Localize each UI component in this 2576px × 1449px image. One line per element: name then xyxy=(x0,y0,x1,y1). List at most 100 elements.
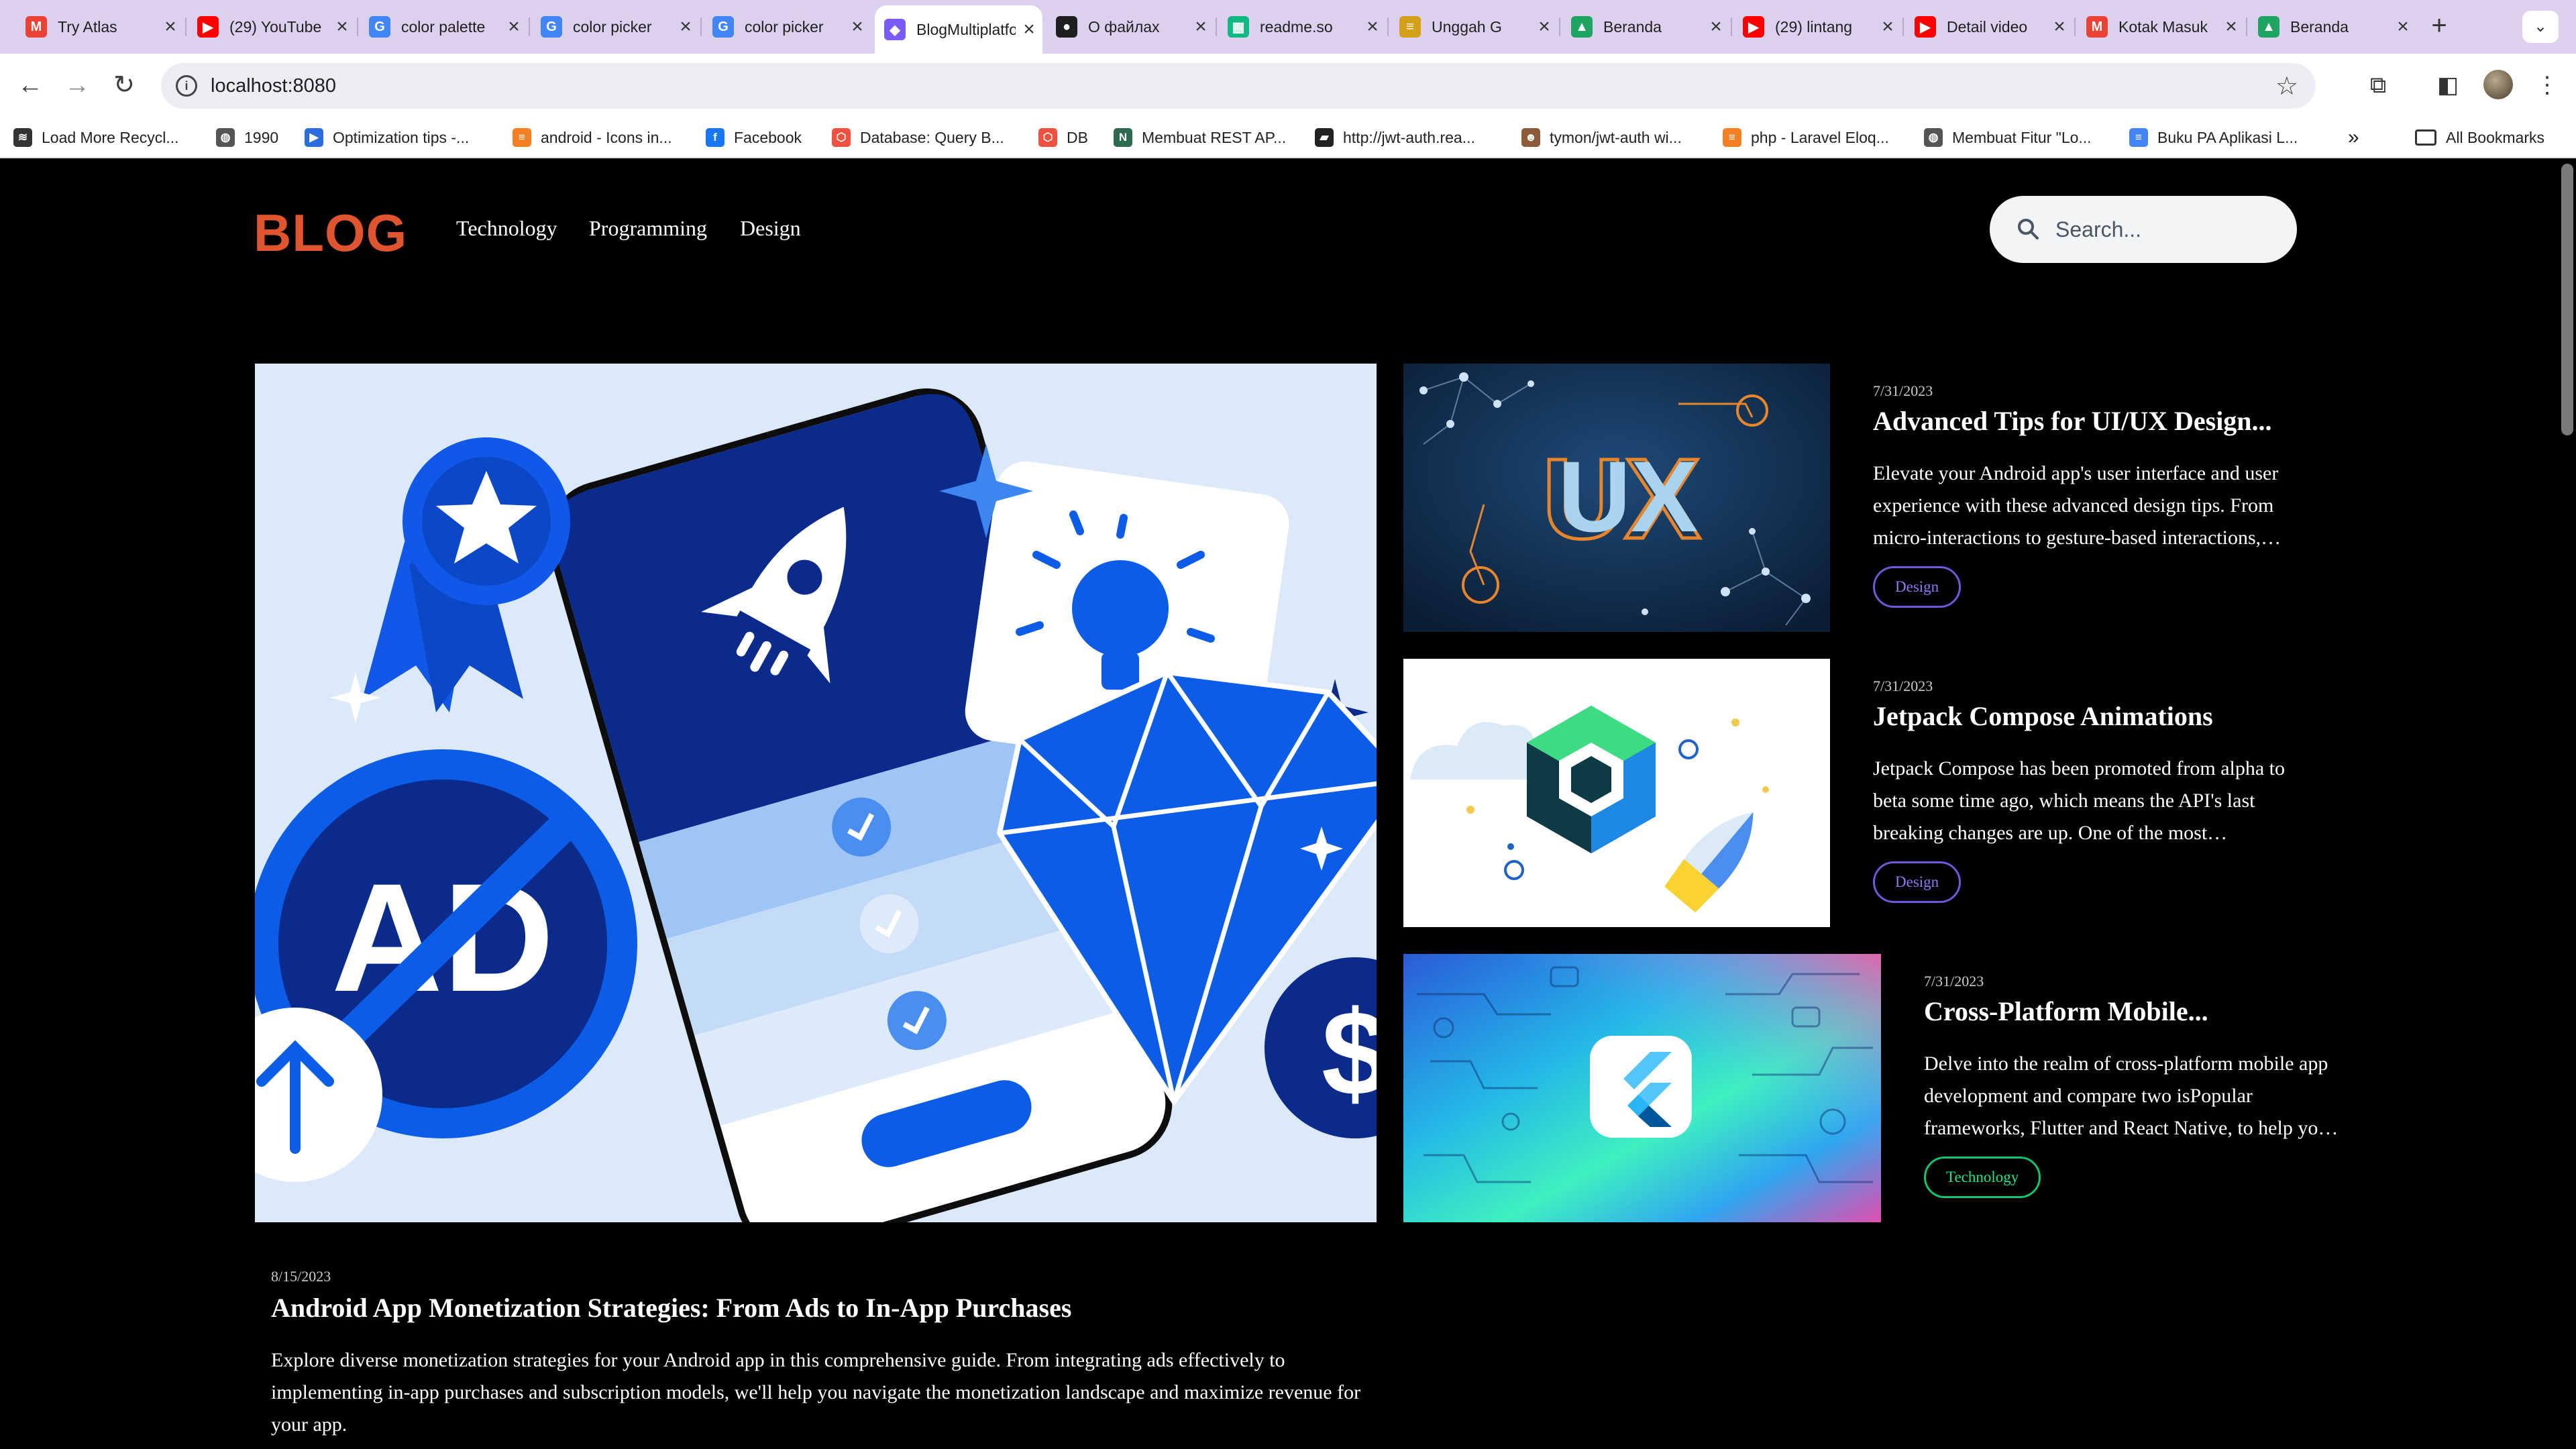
browser-tab[interactable]: ≡ Unggah G × xyxy=(1390,8,1558,46)
browser-tab[interactable]: ▶ (29) lintang × xyxy=(1733,8,1901,46)
side-panel-icon[interactable]: ◧ xyxy=(2431,68,2465,102)
bookmark-item[interactable]: ⬡ Database: Query B... xyxy=(832,126,1004,149)
category-tag-design[interactable]: Design xyxy=(1873,861,1962,903)
close-tab-icon[interactable]: × xyxy=(672,15,699,38)
tab-title: readme.so xyxy=(1260,17,1333,36)
bookmark-item[interactable]: ≡ android - Icons in... xyxy=(513,126,672,149)
tab-title: Try Atlas xyxy=(58,17,117,36)
browser-toolbar: ← → ↻ i localhost:8080 ☆ ⧉ ◧ ⋮ xyxy=(0,54,2576,117)
post-thumbnail-ux[interactable]: UX UX xyxy=(1403,364,1830,632)
close-tab-icon[interactable]: × xyxy=(1531,15,1558,38)
tab-separator xyxy=(1731,17,1732,36)
monetization-illustration: AD $ xyxy=(255,364,1377,1222)
close-tab-icon[interactable]: × xyxy=(157,15,184,38)
bookmark-item[interactable]: ≋ Load More Recycl... xyxy=(13,126,179,149)
post-date: 7/31/2023 xyxy=(1873,678,1933,694)
bookmark-item[interactable]: f Facebook xyxy=(706,126,802,149)
category-tag-design[interactable]: Design xyxy=(1873,566,1962,608)
nav-link-programming[interactable]: Programming xyxy=(589,216,707,241)
address-bar[interactable]: i localhost:8080 ☆ xyxy=(161,63,2316,109)
browser-tab[interactable]: ◆ BlogMultiplatform× xyxy=(875,5,1042,54)
forward-button[interactable]: → xyxy=(60,68,94,102)
book-icon: ▰ xyxy=(1315,128,1334,147)
bookmark-item[interactable]: ◍ 1990 xyxy=(216,126,278,149)
search-input[interactable] xyxy=(2055,209,2270,250)
close-tab-icon[interactable]: × xyxy=(2046,15,2073,38)
bookmark-item[interactable]: ▶ Optimization tips -... xyxy=(305,126,469,149)
search-box[interactable] xyxy=(1990,196,2297,263)
tab-strip: M Try Atlas × ▶ (29) YouTube × Gcolor palette ×… xyxy=(0,0,2576,54)
browser-tab[interactable]: ▶ Detail video × xyxy=(1905,8,2073,46)
browser-tab[interactable]: Gcolor picker × xyxy=(703,8,871,46)
close-tab-icon[interactable]: × xyxy=(1703,15,1729,38)
post-excerpt: Jetpack Compose has been promoted from a… xyxy=(1873,757,2286,844)
tab-search-button[interactable]: ⌄ xyxy=(2522,11,2559,43)
browser-tab[interactable]: ▦ readme.so × xyxy=(1218,8,1386,46)
category-tag-technology[interactable]: Technology xyxy=(1924,1157,2041,1198)
bookmark-star-icon[interactable]: ☆ xyxy=(2275,71,2298,101)
bookmark-item[interactable]: ⬡ DB xyxy=(1038,126,1088,149)
jetpack-compose-illustration xyxy=(1403,659,1830,927)
post-title[interactable]: Jetpack Compose Animations xyxy=(1873,700,2213,732)
nav-link-technology[interactable]: Technology xyxy=(456,216,557,241)
reload-button[interactable]: ↻ xyxy=(107,68,141,102)
ux-illustration: UX UX xyxy=(1403,364,1830,632)
page-scrollbar[interactable] xyxy=(2561,164,2573,435)
address-url[interactable]: localhost:8080 xyxy=(211,75,336,97)
bookmark-label: php - Laravel Eloq... xyxy=(1751,128,1889,146)
browser-tab[interactable]: M Kotak Masuk × xyxy=(2077,8,2245,46)
bookmark-item[interactable]: ☻ tymon/jwt-auth wi... xyxy=(1521,126,1682,149)
post-date: 7/31/2023 xyxy=(1924,973,1984,989)
tab-title: Unggah G xyxy=(1432,17,1502,36)
hero-post-image[interactable]: AD $ xyxy=(255,364,1377,1222)
bookmark-favicon-icon: ≋ xyxy=(13,128,32,147)
close-tab-icon[interactable]: × xyxy=(844,15,871,38)
browser-tab[interactable]: ● О файлах × xyxy=(1046,8,1214,46)
close-tab-icon[interactable]: × xyxy=(2218,15,2245,38)
tab-title: Kotak Masuk xyxy=(2118,17,2208,36)
bookmark-item[interactable]: ≡ php - Laravel Eloq... xyxy=(1723,126,1889,149)
close-tab-icon[interactable]: × xyxy=(329,15,356,38)
browser-tab[interactable]: ▶ (29) YouTube × xyxy=(188,8,356,46)
gmail-icon: M xyxy=(2086,16,2108,38)
back-button[interactable]: ← xyxy=(13,68,47,102)
all-bookmarks-button[interactable]: All Bookmarks xyxy=(2415,126,2544,149)
new-tab-button[interactable]: + xyxy=(2423,11,2455,43)
profile-avatar[interactable] xyxy=(2483,70,2513,99)
bookmark-label: tymon/jwt-auth wi... xyxy=(1550,128,1682,146)
close-tab-icon[interactable]: × xyxy=(500,15,527,38)
bookmark-item[interactable]: ▰ http://jwt-auth.rea... xyxy=(1315,126,1475,149)
post-date: 7/31/2023 xyxy=(1873,382,1933,399)
more-bookmarks-icon[interactable]: » xyxy=(2348,126,2359,149)
browser-menu-icon[interactable]: ⋮ xyxy=(2530,68,2564,102)
bookmark-label: Load More Recycl... xyxy=(42,128,179,146)
close-tab-icon[interactable]: × xyxy=(1187,15,1214,38)
close-tab-icon[interactable]: × xyxy=(1016,18,1042,41)
post-title[interactable]: Cross-Platform Mobile... xyxy=(1924,996,2208,1027)
laravel-icon: ⬡ xyxy=(832,128,851,147)
browser-tab[interactable]: ▲ Beranda × xyxy=(2249,8,2416,46)
bookmark-item[interactable]: ≡ Buku PA Aplikasi L... xyxy=(2129,126,2298,149)
bookmark-item[interactable]: N Membuat REST AP... xyxy=(1114,126,1286,149)
post-thumbnail-flutter[interactable] xyxy=(1403,954,1881,1222)
gmail-icon: M xyxy=(25,16,47,38)
site-info-icon[interactable]: i xyxy=(176,75,197,97)
post-thumbnail-compose[interactable] xyxy=(1403,659,1830,927)
close-tab-icon[interactable]: × xyxy=(2390,15,2416,38)
bookmark-item[interactable]: ◍ Membuat Fitur "Lo... xyxy=(1924,126,2092,149)
post-title[interactable]: Advanced Tips for UI/UX Design... xyxy=(1873,405,2272,437)
close-tab-icon[interactable]: × xyxy=(1874,15,1901,38)
browser-tab[interactable]: M Try Atlas × xyxy=(16,8,184,46)
browser-tab[interactable]: ▲ Beranda × xyxy=(1562,8,1729,46)
close-tab-icon[interactable]: × xyxy=(1359,15,1386,38)
hero-post-title[interactable]: Android App Monetization Strategies: Fro… xyxy=(271,1292,1071,1324)
site-logo[interactable]: BLOG xyxy=(254,203,407,264)
browser-tab[interactable]: Gcolor picker × xyxy=(531,8,699,46)
tab-title: color picker xyxy=(745,17,824,36)
browser-tab[interactable]: Gcolor palette × xyxy=(360,8,527,46)
all-bookmarks-label: All Bookmarks xyxy=(2446,128,2544,146)
globe-icon: ◍ xyxy=(1924,128,1943,147)
tab-separator xyxy=(1902,17,1904,36)
extensions-icon[interactable]: ⧉ xyxy=(2361,68,2395,102)
nav-link-design[interactable]: Design xyxy=(740,216,801,241)
